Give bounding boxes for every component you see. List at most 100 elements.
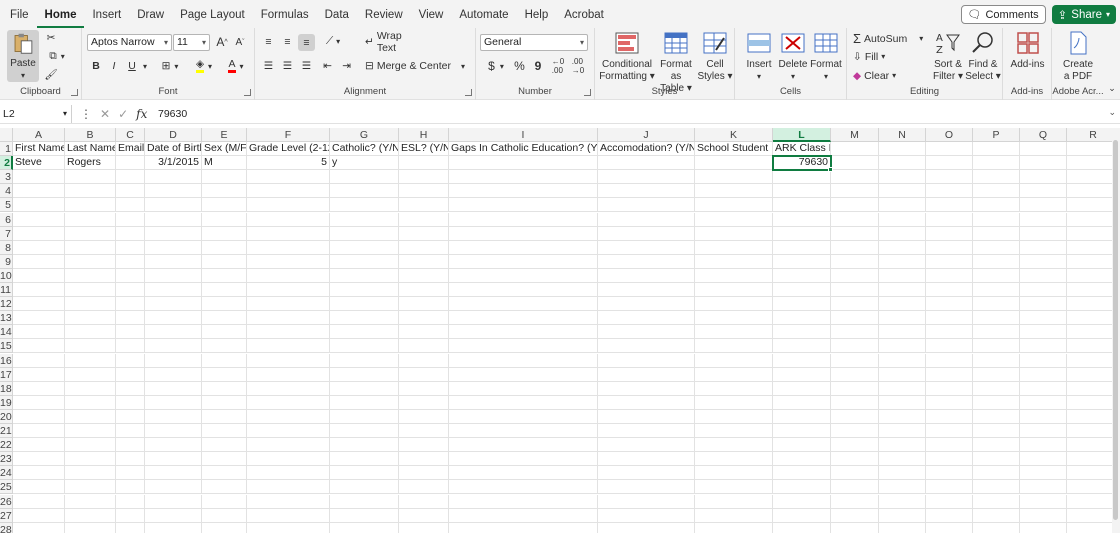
cell-k4[interactable] [695, 184, 773, 199]
decrease-indent-button[interactable]: ⇤ [320, 58, 335, 73]
cell-h16[interactable] [399, 353, 449, 368]
cell-a18[interactable] [13, 381, 65, 396]
cell-o16[interactable] [926, 353, 973, 368]
cell-b26[interactable] [65, 494, 116, 509]
cell-l17[interactable] [773, 367, 831, 382]
select-all-corner[interactable] [0, 128, 13, 142]
cell-c28[interactable] [116, 522, 145, 533]
cell-p22[interactable] [973, 438, 1020, 453]
cell-l19[interactable] [773, 395, 831, 410]
cell-m16[interactable] [831, 353, 879, 368]
copy-button[interactable]: ⧉ ▾ [43, 49, 71, 63]
cell-d26[interactable] [145, 494, 202, 509]
cell-o10[interactable] [926, 268, 973, 283]
cell-g8[interactable] [330, 240, 399, 255]
cell-o23[interactable] [926, 452, 973, 467]
cell-k11[interactable] [695, 283, 773, 298]
ribbon-collapse-icon[interactable]: ⌄ [1106, 82, 1118, 94]
column-header-h[interactable]: H [399, 128, 449, 142]
cell-k9[interactable] [695, 254, 773, 269]
cell-h20[interactable] [399, 409, 449, 424]
cell-j19[interactable] [598, 395, 695, 410]
cell-k15[interactable] [695, 339, 773, 354]
cell-k28[interactable] [695, 522, 773, 533]
row-header[interactable]: 4 [0, 184, 13, 199]
cell-g17[interactable] [330, 367, 399, 382]
cell-q22[interactable] [1020, 438, 1067, 453]
cell-a9[interactable] [13, 254, 65, 269]
cell-i7[interactable] [449, 226, 598, 241]
cell-p21[interactable] [973, 424, 1020, 439]
cell-l24[interactable] [773, 466, 831, 481]
cell-h19[interactable] [399, 395, 449, 410]
cell-b4[interactable] [65, 184, 116, 199]
cell-i20[interactable] [449, 409, 598, 424]
align-bottom-button[interactable]: ≡ [298, 34, 315, 51]
row-header[interactable]: 17 [0, 367, 13, 382]
cell-m5[interactable] [831, 198, 879, 213]
cell-h2[interactable] [399, 156, 449, 171]
cell-n13[interactable] [879, 311, 926, 326]
cell-i27[interactable] [449, 508, 598, 523]
cell-i23[interactable] [449, 452, 598, 467]
cell-q11[interactable] [1020, 283, 1067, 298]
cell-l28[interactable] [773, 522, 831, 533]
cell-a11[interactable] [13, 283, 65, 298]
cell-l5[interactable] [773, 198, 831, 213]
cell-m10[interactable] [831, 268, 879, 283]
menu-acrobat[interactable]: Acrobat [556, 0, 612, 28]
cell-q3[interactable] [1020, 170, 1067, 185]
cell-k23[interactable] [695, 452, 773, 467]
cell-e25[interactable] [202, 480, 247, 495]
row-header[interactable]: 19 [0, 395, 13, 410]
cell-j17[interactable] [598, 367, 695, 382]
cell-e2[interactable]: M [202, 156, 247, 171]
cell-d6[interactable] [145, 212, 202, 227]
cell-g1[interactable]: Catholic? (Y/N) [330, 142, 399, 157]
borders-button[interactable]: ⊞ ▾ [156, 58, 184, 74]
cell-d18[interactable] [145, 381, 202, 396]
cell-c11[interactable] [116, 283, 145, 298]
cell-p9[interactable] [973, 254, 1020, 269]
cell-b23[interactable] [65, 452, 116, 467]
cell-q4[interactable] [1020, 184, 1067, 199]
cell-f21[interactable] [247, 424, 330, 439]
cell-f3[interactable] [247, 170, 330, 185]
cell-i16[interactable] [449, 353, 598, 368]
cell-m19[interactable] [831, 395, 879, 410]
cell-b11[interactable] [65, 283, 116, 298]
cell-h12[interactable] [399, 297, 449, 312]
cut-button[interactable]: ✂ [44, 31, 58, 45]
cell-f7[interactable] [247, 226, 330, 241]
sort-filter-button[interactable]: AZ Sort & Filter ▾ [931, 30, 965, 83]
cell-j5[interactable] [598, 198, 695, 213]
cell-j8[interactable] [598, 240, 695, 255]
cell-e20[interactable] [202, 409, 247, 424]
cell-q9[interactable] [1020, 254, 1067, 269]
cell-e5[interactable] [202, 198, 247, 213]
increase-decimal-button[interactable]: ←0.00 [549, 57, 567, 75]
row-header[interactable]: 16 [0, 353, 13, 368]
column-header-p[interactable]: P [973, 128, 1020, 142]
cell-m28[interactable] [831, 522, 879, 533]
cell-o3[interactable] [926, 170, 973, 185]
cell-c26[interactable] [116, 494, 145, 509]
cell-n11[interactable] [879, 283, 926, 298]
cell-a25[interactable] [13, 480, 65, 495]
cell-c22[interactable] [116, 438, 145, 453]
cell-n18[interactable] [879, 381, 926, 396]
row-header[interactable]: 6 [0, 212, 13, 227]
cell-a15[interactable] [13, 339, 65, 354]
column-header-q[interactable]: Q [1020, 128, 1067, 142]
cell-a6[interactable] [13, 212, 65, 227]
cell-i3[interactable] [449, 170, 598, 185]
cell-l18[interactable] [773, 381, 831, 396]
font-launcher-icon[interactable] [244, 89, 251, 96]
row-header[interactable]: 18 [0, 381, 13, 396]
cell-b1[interactable]: Last Name [65, 142, 116, 157]
cell-m21[interactable] [831, 424, 879, 439]
cell-l23[interactable] [773, 452, 831, 467]
cell-g12[interactable] [330, 297, 399, 312]
find-select-button[interactable]: Find & Select ▾ [965, 30, 1001, 83]
cell-b9[interactable] [65, 254, 116, 269]
